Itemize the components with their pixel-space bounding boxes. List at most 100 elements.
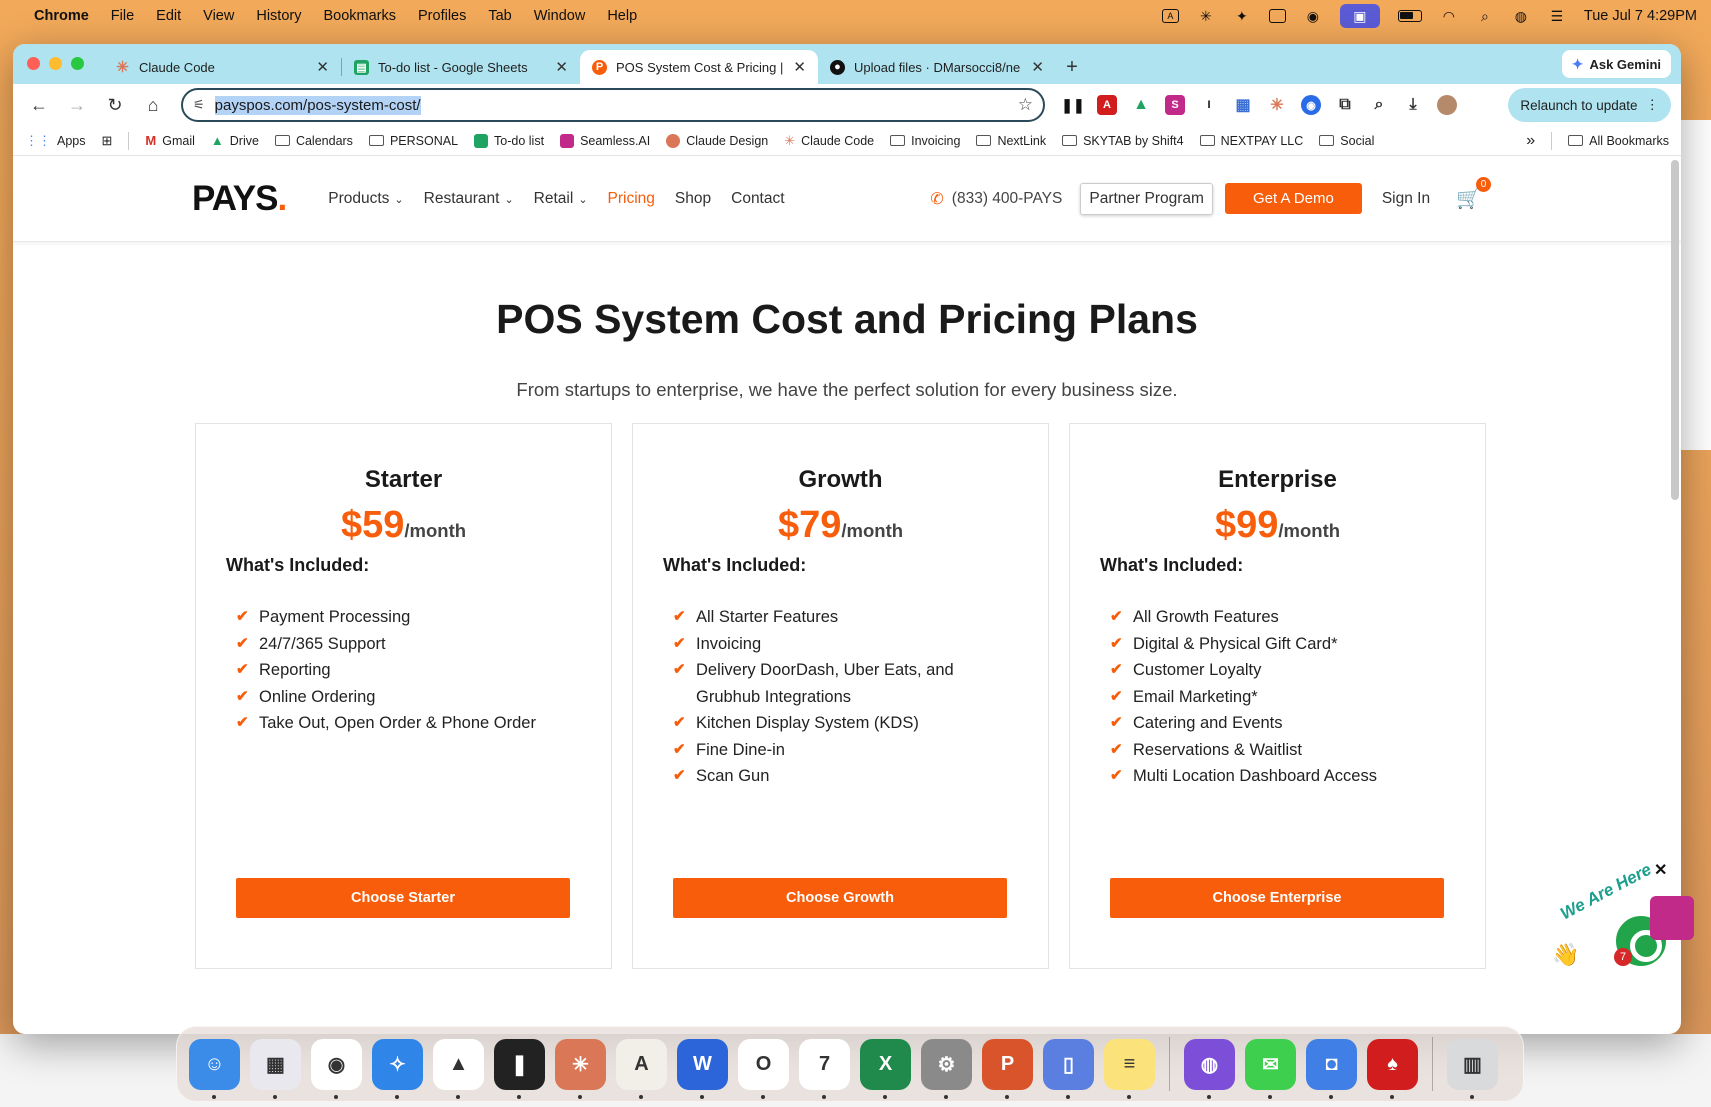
bookmark-social[interactable]: Social bbox=[1319, 134, 1374, 148]
spotlight-icon[interactable]: ⌕ bbox=[1476, 8, 1494, 24]
close-window-button[interactable] bbox=[27, 57, 40, 70]
seamless-widget-icon[interactable] bbox=[1650, 896, 1694, 940]
dock-anthropic-icon[interactable]: A bbox=[616, 1038, 667, 1099]
screen-mirror-icon[interactable]: ▣ bbox=[1339, 4, 1380, 28]
dock-robot-app-icon[interactable]: ◘ bbox=[1306, 1038, 1357, 1099]
close-tab-icon[interactable]: ✕ bbox=[555, 58, 568, 76]
dock-chrome-icon[interactable]: ◉ bbox=[311, 1038, 362, 1099]
dock-notes-icon[interactable]: ≡ bbox=[1104, 1038, 1155, 1099]
partner-program-button[interactable]: Partner Program bbox=[1080, 182, 1213, 215]
close-tab-icon[interactable]: ✕ bbox=[316, 58, 329, 76]
back-icon[interactable]: ← bbox=[23, 89, 55, 121]
extension-acrobat-icon[interactable]: A bbox=[1097, 95, 1117, 115]
phone-link[interactable]: ✆ (833) 400-PAYS bbox=[930, 189, 1062, 209]
nav-restaurant[interactable]: Restaurant ⌄ bbox=[424, 190, 514, 208]
dock-trash-icon[interactable]: ▥ bbox=[1447, 1038, 1498, 1099]
dock-powerpoint-icon[interactable]: P bbox=[982, 1038, 1033, 1099]
get-demo-button[interactable]: Get A Demo bbox=[1224, 183, 1362, 214]
bookmark-skytab[interactable]: SKYTAB by Shift4 bbox=[1062, 134, 1184, 148]
tab-pays-pricing[interactable]: P POS System Cost & Pricing | P ✕ bbox=[580, 50, 818, 84]
status-a-icon[interactable]: A bbox=[1161, 9, 1179, 23]
dock-gauges-app-icon[interactable]: ❚ bbox=[494, 1038, 545, 1099]
bookmark-gmail[interactable]: M Gmail bbox=[145, 133, 195, 148]
all-bookmarks[interactable]: All Bookmarks bbox=[1568, 134, 1669, 148]
menu-edit[interactable]: Edit bbox=[156, 8, 181, 24]
dock-safari-icon[interactable]: ✧ bbox=[372, 1038, 423, 1099]
close-chat-icon[interactable]: ✕ bbox=[1654, 860, 1667, 880]
tab-todo-sheets[interactable]: ▤ To-do list - Google Sheets ✕ bbox=[342, 50, 580, 84]
user-circle-icon[interactable]: ◉ bbox=[1304, 8, 1322, 24]
dock-messages-icon[interactable]: ✉ bbox=[1245, 1038, 1296, 1099]
extension-calculator-icon[interactable]: ▦ bbox=[1233, 95, 1253, 115]
extension-seamless-icon[interactable]: S bbox=[1165, 95, 1185, 115]
download-icon[interactable]: ⤓ bbox=[1403, 95, 1423, 115]
extension-gauges-icon[interactable]: ❚❚ bbox=[1061, 95, 1084, 115]
bookmark-personal[interactable]: PERSONAL bbox=[368, 134, 458, 148]
choose-starter-button[interactable]: Choose Starter bbox=[236, 878, 570, 918]
dock-google-drive-icon[interactable]: ▲ bbox=[433, 1038, 484, 1099]
bookmark-nextpay[interactable]: NEXTPAY LLC bbox=[1199, 134, 1303, 148]
bookmark-claude-code[interactable]: ✳ Claude Code bbox=[784, 133, 874, 149]
more-bookmarks-icon[interactable]: » bbox=[1526, 132, 1535, 150]
dock-launchpad-icon[interactable]: ▦ bbox=[250, 1038, 301, 1099]
bookmark-todo-list[interactable]: To-do list bbox=[474, 133, 544, 148]
nav-contact[interactable]: Contact bbox=[731, 190, 784, 208]
battery-icon[interactable] bbox=[1397, 10, 1422, 22]
menu-window[interactable]: Window bbox=[534, 8, 586, 24]
bookmark-apps[interactable]: ⋮⋮ Apps bbox=[25, 133, 86, 149]
menu-bookmarks[interactable]: Bookmarks bbox=[323, 8, 396, 24]
extension-drive-icon[interactable]: ▲ bbox=[1131, 95, 1151, 115]
menu-view[interactable]: View bbox=[203, 8, 234, 24]
address-bar[interactable]: ⚟ payspos.com/pos-system-cost/ ☆ bbox=[181, 88, 1045, 122]
more-menu-icon[interactable]: ⋮ bbox=[1646, 97, 1660, 113]
minimize-window-button[interactable] bbox=[49, 57, 62, 70]
extension-claude-icon[interactable]: ✳ bbox=[1267, 95, 1287, 115]
extension-i-icon[interactable]: I bbox=[1199, 95, 1219, 115]
close-tab-icon[interactable]: ✕ bbox=[1031, 58, 1044, 76]
new-tab-button[interactable]: + bbox=[1056, 50, 1088, 84]
choose-enterprise-button[interactable]: Choose Enterprise bbox=[1110, 878, 1444, 918]
site-info-icon[interactable]: ⚟ bbox=[193, 97, 205, 113]
dock-finder-icon[interactable]: ☺ bbox=[189, 1038, 240, 1099]
extensions-puzzle-icon[interactable]: ⧉ bbox=[1335, 95, 1355, 115]
bookmark-claude-design[interactable]: Claude Design bbox=[666, 133, 768, 148]
sparkle-status-icon[interactable]: ✦ bbox=[1233, 8, 1251, 24]
menu-tab[interactable]: Tab bbox=[488, 8, 511, 24]
display-icon[interactable] bbox=[1268, 9, 1286, 23]
extension-blue-circle-icon[interactable]: ◉ bbox=[1301, 95, 1321, 115]
bookmark-invoicing[interactable]: Invoicing bbox=[890, 134, 960, 148]
menu-profiles[interactable]: Profiles bbox=[418, 8, 466, 24]
tab-groups-button[interactable]: ⊞ bbox=[102, 133, 113, 149]
cart-icon[interactable]: 🛒 0 bbox=[1456, 177, 1491, 211]
sign-in-link[interactable]: Sign In bbox=[1382, 190, 1430, 208]
dock-excel-icon[interactable]: X bbox=[860, 1038, 911, 1099]
nav-products[interactable]: Products ⌄ bbox=[328, 190, 403, 208]
home-icon[interactable]: ⌂ bbox=[137, 89, 169, 121]
bookmark-seamless[interactable]: Seamless.AI bbox=[560, 133, 650, 148]
dock-claude-icon[interactable]: ✳ bbox=[555, 1038, 606, 1099]
reload-icon[interactable]: ↻ bbox=[99, 89, 131, 121]
nav-retail[interactable]: Retail ⌄ bbox=[534, 190, 588, 208]
chat-widget[interactable]: ✕ We Are Here 👋 7 bbox=[1536, 860, 1694, 980]
dock-acrobat-icon[interactable]: ♠ bbox=[1367, 1038, 1418, 1099]
bookmark-star-icon[interactable]: ☆ bbox=[1018, 95, 1033, 115]
menu-chrome[interactable]: Chrome bbox=[34, 8, 89, 24]
relaunch-button[interactable]: Relaunch to update ⋮ bbox=[1508, 88, 1671, 122]
menu-file[interactable]: File bbox=[111, 8, 134, 24]
bookmark-drive[interactable]: ▲ Drive bbox=[211, 133, 259, 148]
dock-device-app-icon[interactable]: ▯ bbox=[1043, 1038, 1094, 1099]
dock-word-icon[interactable]: W bbox=[677, 1038, 728, 1099]
dock-opera-icon[interactable]: O bbox=[738, 1038, 789, 1099]
nav-shop[interactable]: Shop bbox=[675, 190, 711, 208]
profile-avatar[interactable] bbox=[1437, 95, 1457, 115]
dock-calendar-icon[interactable]: 7 bbox=[799, 1038, 850, 1099]
menu-help[interactable]: Help bbox=[607, 8, 637, 24]
menu-history[interactable]: History bbox=[256, 8, 301, 24]
bookmark-nextlink[interactable]: NextLink bbox=[976, 134, 1046, 148]
control-center-icon[interactable]: ☰ bbox=[1548, 8, 1566, 24]
tab-claude-code[interactable]: ✳ Claude Code ✕ bbox=[103, 50, 341, 84]
tab-search-icon[interactable]: ⌕ bbox=[1369, 95, 1389, 115]
close-tab-icon[interactable]: ✕ bbox=[793, 58, 806, 76]
url-text[interactable]: payspos.com/pos-system-cost/ bbox=[214, 95, 421, 115]
pays-logo[interactable]: PAYS. bbox=[192, 179, 287, 219]
